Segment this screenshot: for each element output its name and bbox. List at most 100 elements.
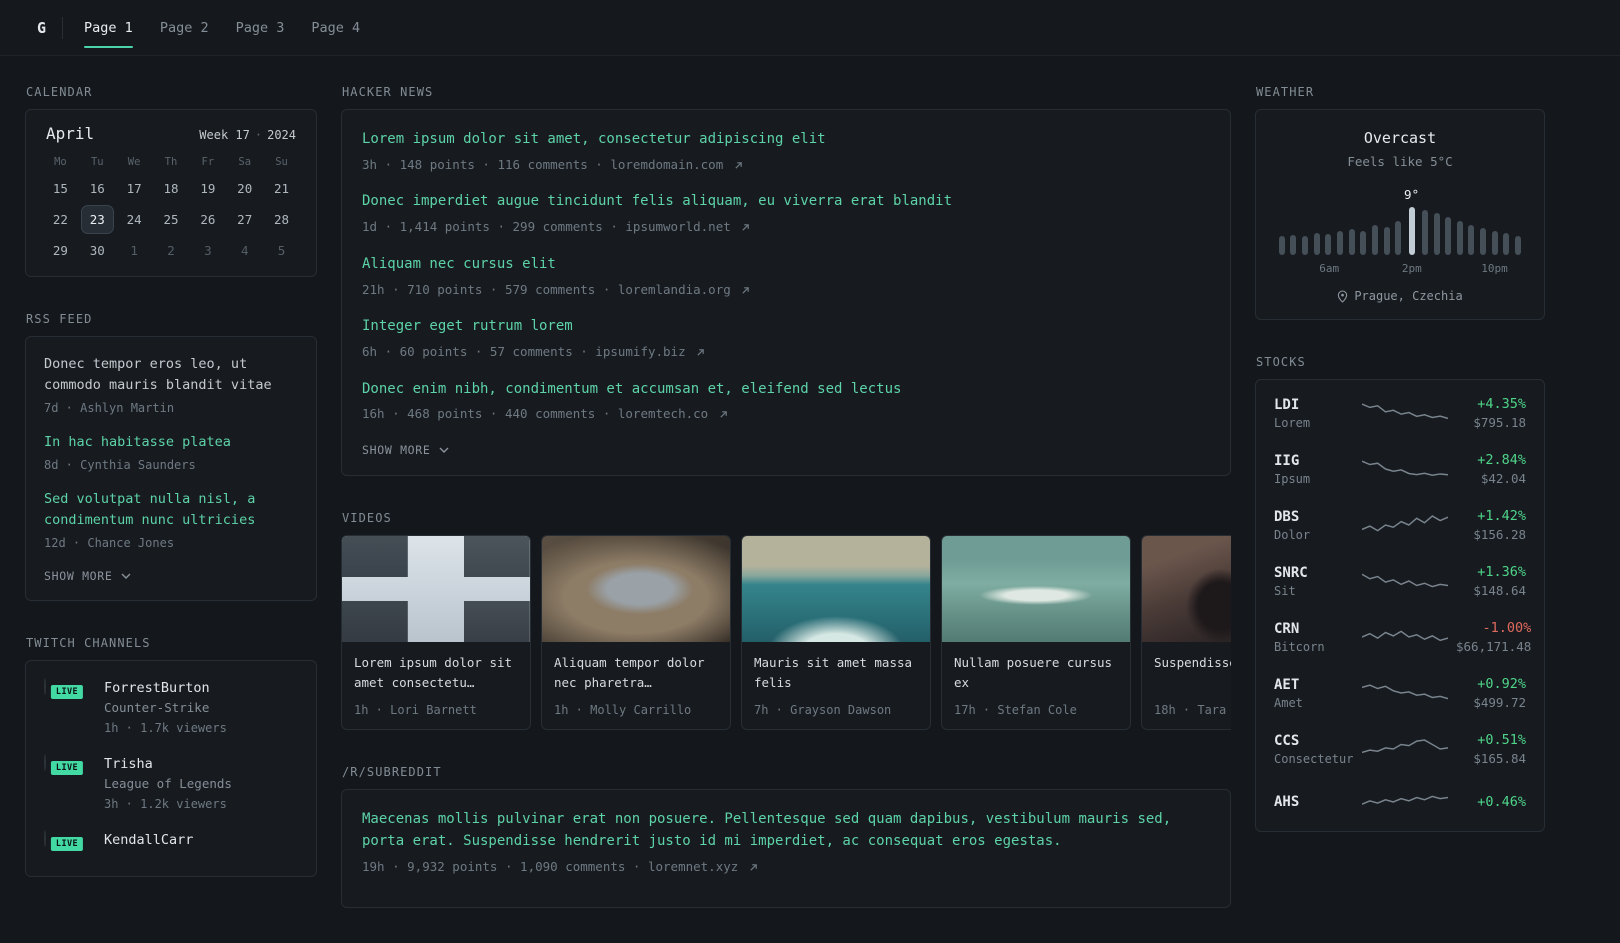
weather-bar [1466, 225, 1478, 255]
stock-price: $795.18 [1473, 415, 1526, 430]
stock-row[interactable]: AHS +0.46% [1256, 777, 1544, 827]
hackernews-show-more-button[interactable]: SHOW MORE [362, 443, 449, 457]
hackernews-story-meta: 1d · 1,414 points · 299 comments · ipsum… [362, 218, 1210, 237]
hackernews-story-title[interactable]: Lorem ipsum dolor sit amet, consectetur … [362, 129, 1210, 151]
video-title[interactable]: Aliquam tempor dolor nec pharetra… [554, 653, 718, 692]
video-card: Aliquam tempor dolor nec pharetra… 1h · M… [541, 535, 731, 731]
stock-right: +0.51% $165.84 [1456, 732, 1526, 766]
channel-avatar[interactable] [44, 677, 46, 695]
twitch-channel: LIVE KendallCarr [44, 829, 298, 853]
stock-change: +1.36% [1477, 564, 1526, 580]
tab-page-4[interactable]: Page 4 [311, 0, 360, 55]
app-logo[interactable]: G [25, 19, 62, 37]
weather-bar-fill [1445, 217, 1452, 255]
stock-row[interactable]: DBS Dolor +1.42% $156.28 [1256, 497, 1544, 553]
calendar-month: April [46, 124, 95, 143]
weather-bar [1489, 231, 1501, 255]
external-link-icon [750, 863, 757, 871]
rss-item-title[interactable]: Donec tempor eros leo, ut commodo mauris… [44, 354, 298, 396]
channel-name[interactable]: Trisha [104, 756, 232, 772]
weather-bar [1323, 234, 1335, 255]
stock-right: +0.92% $499.72 [1456, 676, 1526, 710]
video-title[interactable]: Suspendisse diam [1154, 653, 1231, 672]
weather-bar-fill [1433, 213, 1440, 255]
stock-row[interactable]: IIG Ipsum +2.84% $42.04 [1256, 441, 1544, 497]
calendar-day: 29 [52, 243, 68, 258]
weather-bar [1454, 221, 1466, 255]
stock-name: Ipsum [1274, 471, 1311, 486]
live-badge: LIVE [48, 682, 86, 701]
subreddit-post-title[interactable]: Maecenas mollis pulvinar erat non posuer… [362, 809, 1210, 852]
rss-item: Donec tempor eros leo, ut commodo mauris… [44, 354, 298, 417]
external-link-icon [742, 224, 750, 231]
stock-sparkline [1362, 403, 1448, 420]
rss-item-title[interactable]: Sed volutpat nulla nisl, a condimentum n… [44, 489, 298, 531]
widget-title-subreddit: /R/SUBREDDIT [342, 765, 442, 780]
stock-right: -1.00% $66,171.48 [1456, 620, 1531, 654]
widget-title-videos: VIDEOS [342, 511, 392, 526]
rss-item-title[interactable]: In hac habitasse platea [44, 432, 298, 453]
rss-show-more-button[interactable]: SHOW MORE [44, 569, 131, 583]
stock-name: Bitcorn [1274, 639, 1325, 654]
hackernews-story-title[interactable]: Donec imperdiet augue tincidunt felis al… [362, 191, 1210, 213]
stock-row[interactable]: CRN Bitcorn -1.00% $66,171.48 [1256, 609, 1544, 665]
videos-widget: VIDEOS Lorem ipsum dolor sit amet consec… [341, 511, 1231, 731]
weather-bar-fill [1337, 231, 1344, 255]
video-title[interactable]: Lorem ipsum dolor sit amet consectetu… [354, 653, 518, 692]
stock-price: $66,171.48 [1456, 639, 1532, 654]
stock-row[interactable]: LDI Lorem +4.35% $795.18 [1256, 385, 1544, 441]
stock-right: +4.35% $795.18 [1456, 396, 1526, 430]
video-thumbnail[interactable] [342, 536, 530, 643]
tab-page-2[interactable]: Page 2 [160, 0, 209, 55]
hackernews-story-title[interactable]: Integer eget rutrum lorem [362, 316, 1210, 338]
stock-price: $499.72 [1473, 695, 1526, 710]
stock-left: SNRC Sit [1274, 565, 1354, 598]
channel-avatar[interactable] [44, 829, 46, 847]
weather-bar [1357, 231, 1369, 255]
video-title[interactable]: Nullam posuere cursus ex [954, 653, 1118, 692]
channel-name[interactable]: ForrestBurton [104, 680, 227, 696]
channel-avatar[interactable] [44, 753, 46, 771]
show-more-label: SHOW MORE [44, 568, 113, 583]
weather-bar-fill [1491, 231, 1498, 255]
stock-row[interactable]: SNRC Sit +1.36% $148.64 [1256, 553, 1544, 609]
weather-bar [1311, 233, 1323, 255]
rss-item: In hac habitasse platea 8d · Cynthia Saun… [44, 432, 298, 474]
channel-name[interactable]: KendallCarr [104, 832, 193, 848]
stock-price: $165.84 [1473, 751, 1526, 766]
hackernews-story-title[interactable]: Donec enim nibh, condimentum et accumsan… [362, 379, 1210, 401]
stock-name: Consectetur [1274, 751, 1354, 766]
weather-bar-fill [1371, 225, 1378, 255]
stock-row[interactable]: CCS Consectetur +0.51% $165.84 [1256, 721, 1544, 777]
channel-info: KendallCarr [104, 831, 193, 848]
video-thumbnail[interactable] [1142, 536, 1231, 643]
hackernews-story: Integer eget rutrum lorem 6h · 60 points … [362, 316, 1210, 361]
stock-left: CRN Bitcorn [1274, 621, 1354, 654]
video-title[interactable]: Mauris sit amet massa felis [754, 653, 918, 692]
hackernews-story-meta: 6h · 60 points · 57 comments · ipsumify.… [362, 343, 1210, 362]
videos-carousel[interactable]: Lorem ipsum dolor sit amet consectetu… 1h… [341, 535, 1231, 731]
weather-bar [1346, 229, 1358, 255]
hackernews-story-title[interactable]: Aliquam nec cursus elit [362, 254, 1210, 276]
stock-row[interactable]: AET Amet +0.92% $499.72 [1256, 665, 1544, 721]
weather-bar-fill [1515, 236, 1522, 255]
tab-page-3[interactable]: Page 3 [236, 0, 285, 55]
video-thumbnail[interactable] [942, 536, 1130, 643]
calendar-day: 24 [126, 212, 142, 227]
calendar-day: 18 [163, 181, 179, 196]
external-link-icon [735, 161, 742, 169]
rss-widget: RSS FEED Donec tempor eros leo, ut commo… [25, 312, 317, 601]
weather-bar-fill [1360, 231, 1367, 255]
video-card-body: Mauris sit amet massa felis 7h · Grayson … [742, 642, 930, 729]
weather-label-slot [1300, 262, 1312, 276]
weather-label-slot [1441, 262, 1453, 276]
tab-page-1[interactable]: Page 1 [84, 0, 133, 55]
calendar-day: 30 [89, 243, 105, 258]
video-thumbnail[interactable] [542, 536, 730, 643]
video-thumbnail[interactable] [742, 536, 930, 643]
stock-sparkline [1362, 630, 1448, 642]
stock-symbol: AHS [1274, 794, 1300, 810]
calendar-day: 17 [126, 181, 142, 196]
calendar-day: 4 [240, 243, 249, 258]
calendar-header: April Week 17 · 2024 [42, 124, 300, 143]
